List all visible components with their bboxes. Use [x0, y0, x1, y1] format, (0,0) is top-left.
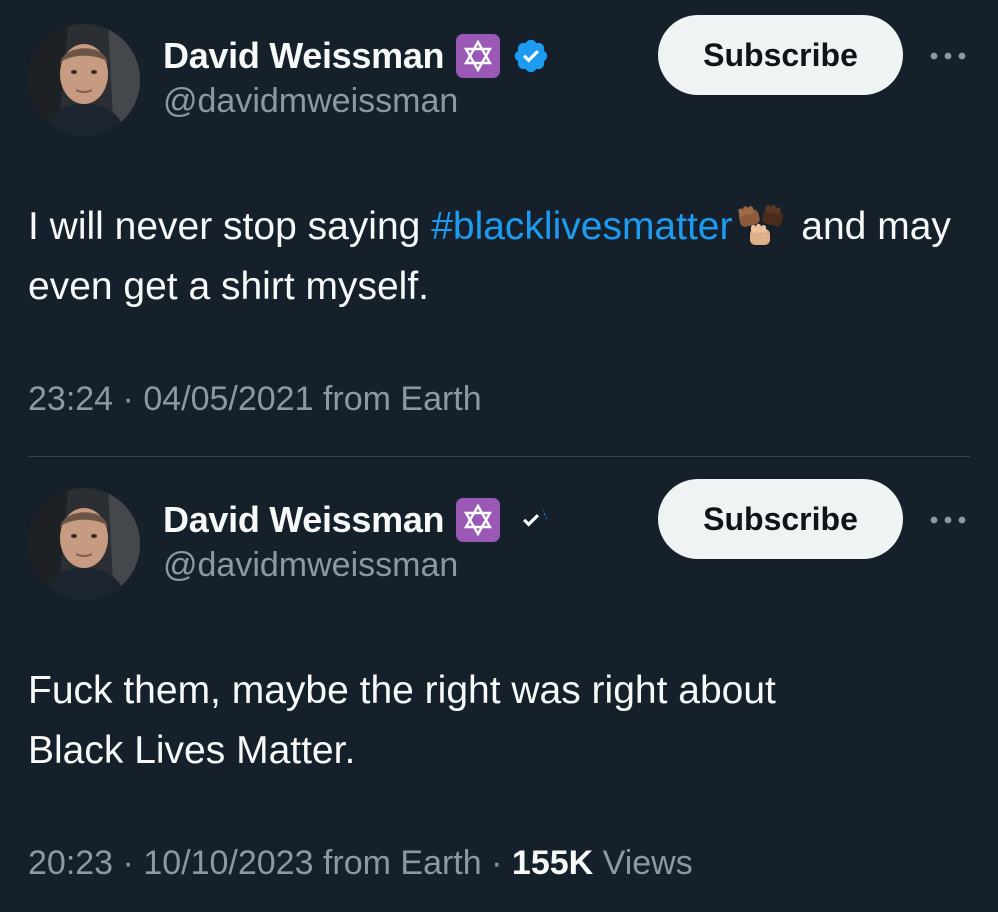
tweet-meta: 23:24 · 04/05/2021 from Earth: [28, 380, 482, 419]
subscribe-button[interactable]: Subscribe: [658, 15, 903, 95]
hashtag-link[interactable]: #blacklivesmatter: [431, 205, 732, 248]
tweet-time[interactable]: 23:24: [28, 380, 113, 418]
star-of-david-icon: [456, 34, 501, 78]
more-options-icon[interactable]: [928, 50, 968, 62]
tweet-date[interactable]: 04/05/2021: [143, 380, 313, 418]
tweet-time[interactable]: 20:23: [28, 844, 113, 882]
subscribe-button[interactable]: Subscribe: [658, 479, 903, 559]
tweet-2: David Weissman @davidmweissman Subscribe…: [0, 464, 998, 912]
tweet-date[interactable]: 10/10/2023: [143, 844, 313, 882]
author-row: David Weissman: [163, 498, 550, 542]
tweet-text: Fuck them, maybe the right was right abo…: [28, 661, 968, 781]
verified-badge-icon[interactable]: [512, 501, 550, 539]
tweet-meta: 20:23 · 10/10/2023 from Earth · 155K Vie…: [28, 844, 693, 883]
tweet-source: from Earth: [322, 380, 482, 418]
author-row: David Weissman: [163, 34, 550, 78]
tweet-1: David Weissman @davidmweissman Subscribe…: [0, 0, 998, 456]
views-count[interactable]: 155K: [512, 844, 593, 882]
tweet-text: I will never stop saying #blacklivesmatt…: [28, 197, 968, 317]
avatar[interactable]: [28, 488, 140, 600]
tweet-text-part: I will never stop saying: [28, 205, 432, 248]
verified-badge-icon[interactable]: [512, 37, 550, 75]
raised-fists-emoji: [738, 204, 784, 245]
star-of-david-icon: [456, 498, 501, 542]
meta-separator: ·: [122, 844, 134, 882]
tweet-source: from Earth: [322, 844, 482, 882]
meta-separator: ·: [122, 380, 134, 418]
display-name[interactable]: David Weissman: [163, 499, 445, 541]
handle[interactable]: @davidmweissman: [163, 546, 458, 585]
tweet-text-line: Fuck them, maybe the right was right abo…: [28, 669, 776, 712]
display-name[interactable]: David Weissman: [163, 35, 445, 77]
avatar[interactable]: [28, 24, 140, 136]
tweet-text-line: Black Lives Matter.: [28, 729, 356, 772]
handle[interactable]: @davidmweissman: [163, 82, 458, 121]
meta-separator: ·: [491, 844, 503, 882]
views-label[interactable]: Views: [603, 844, 693, 882]
more-options-icon[interactable]: [928, 514, 968, 526]
divider: [28, 456, 970, 457]
